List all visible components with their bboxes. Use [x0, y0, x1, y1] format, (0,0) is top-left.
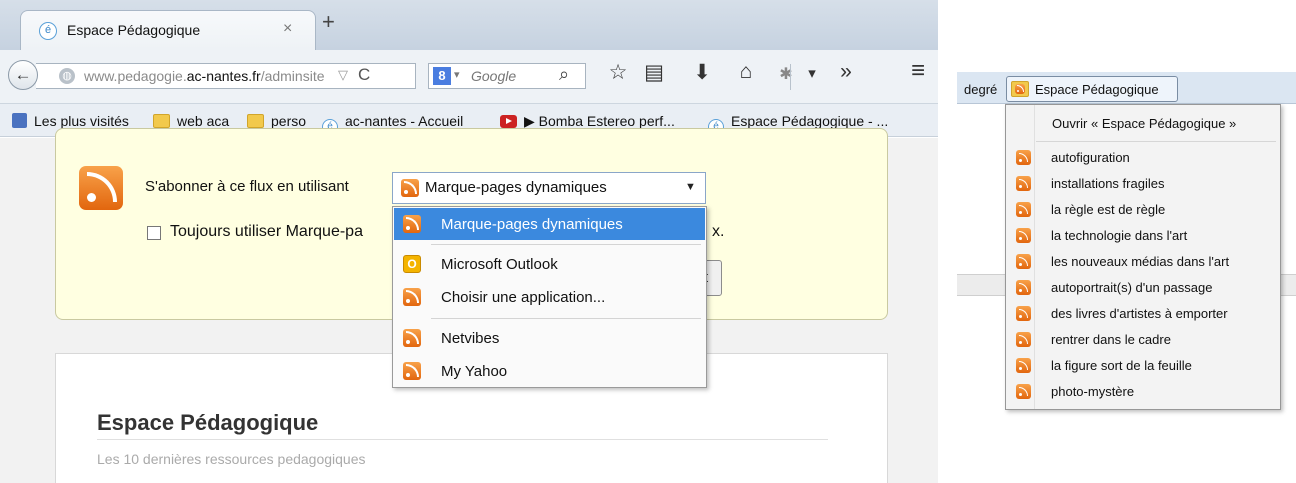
live-bookmark-folder-icon	[1011, 81, 1029, 97]
site-favicon-icon: é	[39, 22, 57, 40]
search-engine-dropdown-icon[interactable]: ▾	[454, 68, 460, 81]
tab-strip: é Espace Pédagogique × +	[0, 0, 938, 50]
rss-feed-icon	[79, 166, 123, 210]
subscribe-label: S'abonner à ce flux en utilisant	[145, 178, 349, 195]
bookmark-web-aca[interactable]: web aca	[153, 113, 229, 129]
menu-icon[interactable]: ≡	[904, 57, 932, 85]
live-bookmark-folder-button[interactable]: Espace Pédagogique	[1006, 76, 1178, 102]
rss-icon	[1016, 280, 1031, 295]
rss-icon	[1016, 202, 1031, 217]
tab-espace-pedagogique[interactable]: é Espace Pédagogique ×	[20, 10, 316, 50]
dropdown-option-netvibes[interactable]: Netvibes	[394, 322, 705, 354]
addon-dropdown-icon[interactable]: ▾	[798, 64, 826, 82]
google-plus-icon[interactable]: 8	[433, 67, 451, 85]
bookmarks-list-icon[interactable]: ▤	[640, 60, 668, 85]
addon-icon[interactable]: ✱	[772, 64, 800, 84]
dropdown-option-label: Choisir une application...	[441, 289, 606, 306]
dropdown-option-label: Microsoft Outlook	[441, 256, 558, 273]
open-all-menu-item[interactable]: Ouvrir « Espace Pédagogique »	[1052, 116, 1236, 131]
live-bookmark-menu-screenshot: degré Espace Pédagogique Ouvrir « Espace…	[957, 0, 1296, 483]
rss-icon	[1016, 332, 1031, 347]
chevron-down-icon: ▼	[685, 181, 696, 193]
reload-icon[interactable]: C	[358, 65, 370, 85]
rss-icon	[1016, 306, 1031, 321]
url-history-dropdown-icon[interactable]: ▽	[338, 67, 348, 83]
rss-icon	[1016, 384, 1031, 399]
live-bookmark-item[interactable]: installations fragiles	[1006, 171, 1280, 197]
rss-icon	[1016, 150, 1031, 165]
new-tab-button[interactable]: +	[322, 11, 335, 33]
article-subtitle: Les 10 dernières ressources pedagogiques	[97, 451, 366, 467]
back-button[interactable]: ←	[8, 60, 38, 90]
always-use-checkbox[interactable]	[147, 226, 161, 240]
rss-icon	[1016, 228, 1031, 243]
menu-separator	[1036, 141, 1276, 142]
dropdown-separator	[431, 244, 701, 245]
browser-window: é Espace Pédagogique × + ◍ www.pedagogie…	[0, 0, 938, 483]
article-divider	[97, 439, 828, 440]
folder-icon	[153, 114, 170, 128]
download-icon[interactable]: ⬇	[688, 60, 716, 85]
bookmark-most-visited[interactable]: Les plus visités	[12, 113, 129, 129]
bookmark-perso[interactable]: perso	[247, 113, 306, 129]
globe-icon: ◍	[59, 68, 75, 84]
search-bar[interactable]: 8 ▾ Google ⌕	[428, 63, 586, 89]
search-icon[interactable]: ⌕	[559, 64, 569, 85]
search-input[interactable]: Google	[471, 68, 516, 84]
rss-icon	[1016, 254, 1031, 269]
live-bookmark-item[interactable]: la figure sort de la feuille	[1006, 353, 1280, 379]
dropdown-option-my-yahoo[interactable]: My Yahoo	[394, 355, 705, 387]
rss-icon	[1016, 176, 1031, 191]
always-use-label-tail: x.	[712, 223, 725, 240]
live-bookmark-folder-label: Espace Pédagogique	[1035, 82, 1159, 97]
dropdown-option-label: Netvibes	[441, 330, 500, 347]
rss-icon	[1016, 358, 1031, 373]
rss-icon	[401, 179, 419, 197]
outlook-icon: O	[403, 255, 421, 273]
live-bookmark-item[interactable]: la technologie dans l'art	[1006, 223, 1280, 249]
overflow-icon[interactable]: »	[832, 60, 860, 84]
url-text[interactable]: www.pedagogie.ac-nantes.fr/adminsite	[84, 68, 330, 84]
article-title: Espace Pédagogique	[97, 410, 319, 435]
rss-icon	[403, 329, 421, 347]
live-bookmark-item[interactable]: des livres d'artistes à emporter	[1006, 301, 1280, 327]
dropdown-option-label: Marque-pages dynamiques	[441, 216, 623, 233]
live-bookmark-item[interactable]: la règle est de règle	[1006, 197, 1280, 223]
dropdown-separator	[431, 318, 701, 319]
live-bookmark-item[interactable]: photo-mystère	[1006, 379, 1280, 405]
home-icon[interactable]: ⌂	[732, 60, 760, 84]
rss-icon	[403, 362, 421, 380]
dropdown-option-choose-app[interactable]: Choisir une application...	[394, 281, 705, 313]
most-visited-icon	[12, 113, 27, 128]
folder-icon	[247, 114, 264, 128]
live-bookmark-item[interactable]: autoportrait(s) d'un passage	[1006, 275, 1280, 301]
url-bar[interactable]: ◍ www.pedagogie.ac-nantes.fr/adminsite ▽…	[36, 63, 416, 89]
dropdown-option-marque-pages[interactable]: Marque-pages dynamiques	[394, 208, 705, 240]
youtube-icon	[500, 115, 517, 128]
rss-icon	[403, 288, 421, 306]
tab-close-icon[interactable]: ×	[283, 20, 292, 38]
bookmark-partial-label[interactable]: degré	[964, 82, 997, 97]
live-bookmark-item[interactable]: rentrer dans le cadre	[1006, 327, 1280, 353]
tab-title: Espace Pédagogique	[67, 22, 201, 38]
rss-icon	[403, 215, 421, 233]
live-bookmark-item[interactable]: les nouveaux médias dans l'art	[1006, 249, 1280, 275]
feed-reader-dropdown: Marque-pages dynamiques O Microsoft Outl…	[392, 206, 707, 388]
dropdown-option-outlook[interactable]: O Microsoft Outlook	[394, 248, 705, 280]
feed-reader-select[interactable]: Marque-pages dynamiques ▼	[392, 172, 706, 204]
live-bookmark-menu: Ouvrir « Espace Pédagogique » autofigura…	[1005, 104, 1281, 410]
toolbar-separator	[790, 64, 791, 90]
bookmark-star-icon[interactable]: ☆	[604, 60, 632, 85]
feed-reader-selected-value: Marque-pages dynamiques	[425, 179, 607, 196]
live-bookmark-item[interactable]: autofiguration	[1006, 145, 1280, 171]
always-use-label: Toujours utiliser Marque-pa	[170, 223, 363, 240]
dropdown-option-label: My Yahoo	[441, 363, 508, 380]
